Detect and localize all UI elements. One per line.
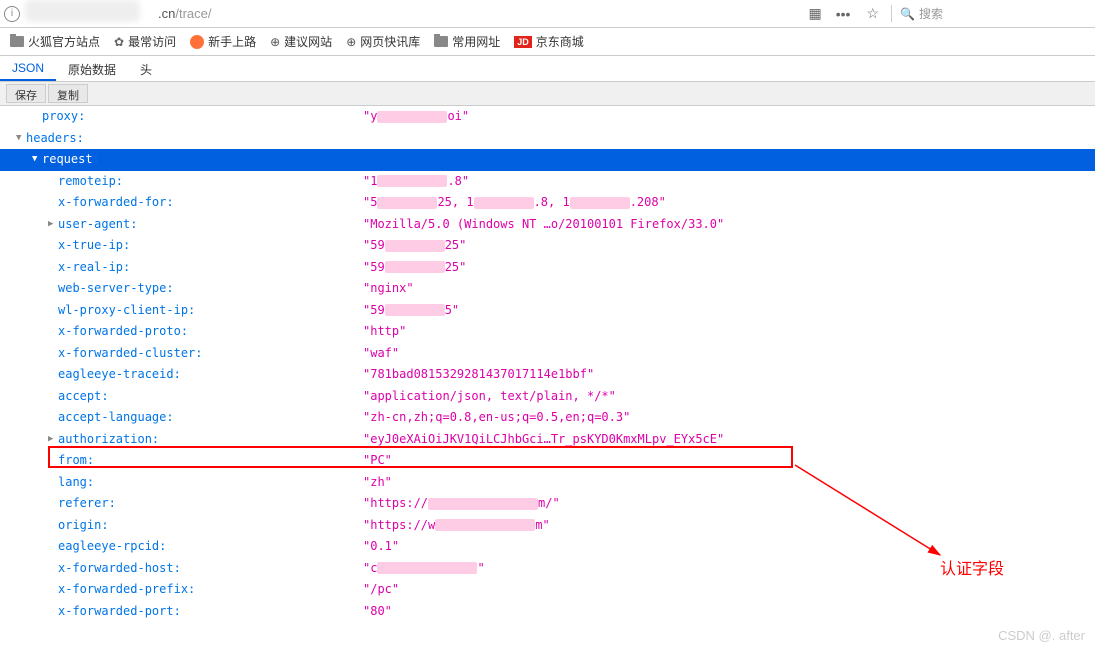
json-row[interactable]: lang:"zh" bbox=[0, 472, 1095, 494]
annotation-label: 认证字段 bbox=[940, 555, 1004, 579]
url-text[interactable]: .cn/trace/ bbox=[158, 6, 211, 21]
folder-icon bbox=[10, 36, 24, 47]
bookmark-item[interactable]: JD京东商城 bbox=[514, 33, 584, 50]
collapse-icon[interactable]: ▼ bbox=[16, 128, 26, 150]
globe-icon: ⊕ bbox=[270, 35, 280, 49]
bookmark-item[interactable]: 新手上路 bbox=[190, 33, 256, 50]
json-row[interactable]: wl-proxy-client-ip:"595" bbox=[0, 300, 1095, 322]
search-placeholder: 搜索 bbox=[919, 5, 943, 22]
json-row[interactable]: ▼headers: bbox=[0, 128, 1095, 150]
tab-headers[interactable]: 头 bbox=[128, 56, 164, 81]
json-row[interactable]: remoteip:"1.8" bbox=[0, 171, 1095, 193]
jd-icon: JD bbox=[514, 36, 532, 48]
tabs-bar: JSON 原始数据 头 bbox=[0, 56, 1095, 82]
json-row[interactable]: x-true-ip:"5925" bbox=[0, 235, 1095, 257]
redacted-domain bbox=[25, 0, 140, 22]
json-row[interactable]: accept-language:"zh-cn,zh;q=0.8,en-us;q=… bbox=[0, 407, 1095, 429]
tab-json[interactable]: JSON bbox=[0, 56, 56, 81]
json-row[interactable]: from:"PC" bbox=[0, 450, 1095, 472]
json-row[interactable]: x-forwarded-proto:"http" bbox=[0, 321, 1095, 343]
bookmark-item[interactable]: ⊕网页快讯库 bbox=[346, 33, 420, 50]
more-icon[interactable]: ••• bbox=[832, 6, 855, 22]
json-row-selected[interactable]: ▼request: bbox=[0, 149, 1095, 171]
bookmark-item[interactable]: 火狐官方站点 bbox=[10, 33, 100, 50]
expand-icon[interactable]: ▶ bbox=[48, 429, 58, 451]
copy-button[interactable]: 复制 bbox=[48, 84, 88, 103]
json-row[interactable]: x-forwarded-port:"80" bbox=[0, 601, 1095, 623]
bookmark-item[interactable]: ⊕建议网站 bbox=[270, 33, 332, 50]
star-icon[interactable]: ☆ bbox=[862, 5, 883, 22]
save-button[interactable]: 保存 bbox=[6, 84, 46, 103]
bookmark-item[interactable]: ✿最常访问 bbox=[114, 33, 176, 50]
tab-raw[interactable]: 原始数据 bbox=[56, 56, 128, 81]
json-row[interactable]: x-forwarded-prefix:"/pc" bbox=[0, 579, 1095, 601]
url-bar: i .cn/trace/ ▦ ••• ☆ 🔍 搜索 bbox=[0, 0, 1095, 28]
json-row[interactable]: x-forwarded-host:"c" bbox=[0, 558, 1095, 580]
bookmark-item[interactable]: 常用网址 bbox=[434, 33, 500, 50]
bookmarks-bar: 火狐官方站点 ✿最常访问 新手上路 ⊕建议网站 ⊕网页快讯库 常用网址 JD京东… bbox=[0, 28, 1095, 56]
watermark: CSDN @. after bbox=[998, 628, 1085, 643]
folder-icon bbox=[434, 36, 448, 47]
json-row[interactable]: x-forwarded-cluster:"waf" bbox=[0, 343, 1095, 365]
expand-icon[interactable]: ▶ bbox=[48, 214, 58, 236]
search-icon: 🔍 bbox=[900, 7, 915, 21]
json-row[interactable]: x-real-ip:"5925" bbox=[0, 257, 1095, 279]
action-bar: 保存 复制 bbox=[0, 82, 1095, 106]
json-row[interactable]: origin:"https://wm" bbox=[0, 515, 1095, 537]
gear-icon: ✿ bbox=[114, 35, 124, 49]
json-row[interactable]: proxy: "yoi" bbox=[0, 106, 1095, 128]
json-row[interactable]: web-server-type:"nginx" bbox=[0, 278, 1095, 300]
json-row[interactable]: referer:"https://m/" bbox=[0, 493, 1095, 515]
json-row[interactable]: ▶authorization:"eyJ0eXAiOiJKV1QiLCJhbGci… bbox=[0, 429, 1095, 451]
qr-icon[interactable]: ▦ bbox=[804, 5, 823, 22]
json-row[interactable]: accept:"application/json, text/plain, */… bbox=[0, 386, 1095, 408]
json-row[interactable]: eagleeye-rpcid:"0.1" bbox=[0, 536, 1095, 558]
collapse-icon[interactable]: ▼ bbox=[32, 149, 42, 171]
globe-icon: ⊕ bbox=[346, 35, 356, 49]
json-row[interactable]: eagleeye-traceid:"781bad0815329281437017… bbox=[0, 364, 1095, 386]
firefox-icon bbox=[190, 35, 204, 49]
info-icon[interactable]: i bbox=[4, 6, 20, 22]
search-box[interactable]: 🔍 搜索 bbox=[891, 5, 1091, 22]
json-row[interactable]: ▶user-agent:"Mozilla/5.0 (Windows NT …o/… bbox=[0, 214, 1095, 236]
json-viewer[interactable]: proxy: "yoi" ▼headers: ▼request: remotei… bbox=[0, 106, 1095, 651]
json-row[interactable]: x-forwarded-for:"525, 1.8, 1.208" bbox=[0, 192, 1095, 214]
